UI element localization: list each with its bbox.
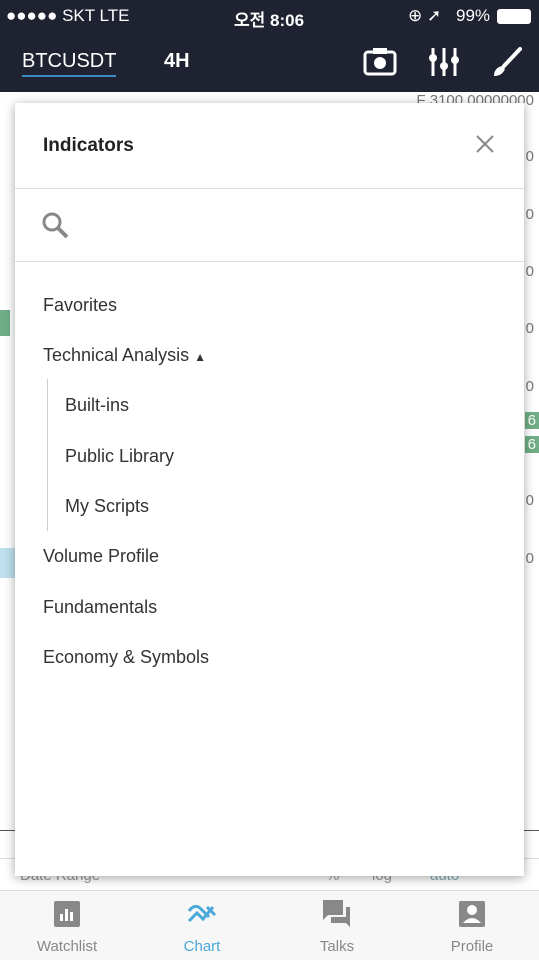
menu-item-public-library[interactable]: Public Library: [65, 446, 174, 467]
menu-item-fundamentals[interactable]: Fundamentals: [43, 597, 157, 618]
symbol-button[interactable]: BTCUSDT: [22, 50, 117, 77]
tab-talks[interactable]: Talks: [270, 891, 404, 961]
indicators-sliders-icon[interactable]: [426, 44, 462, 80]
search-input[interactable]: [15, 189, 524, 261]
timeframe-button[interactable]: 4H: [164, 50, 190, 73]
axis-label: 0: [525, 206, 534, 223]
tab-label: Watchlist: [36, 938, 98, 955]
carrier: ●●●●● SKT LTE: [6, 6, 130, 25]
menu-item-label: Technical Analysis: [43, 345, 190, 365]
candle: [0, 310, 10, 336]
axis-label: 0: [525, 492, 534, 509]
indicators-dialog: Indicators Favorites Technical Analysis …: [15, 103, 524, 876]
clock: 오전 8:06: [234, 11, 305, 30]
axis-label: 0: [525, 148, 534, 165]
tab-watchlist[interactable]: Watchlist: [0, 891, 134, 961]
status-bar: ●●●●● SKT LTE 오전 8:06 ⊕ ➚ 99%: [0, 0, 539, 32]
bottom-tab-bar: Watchlist Chart Talks Profile: [0, 890, 539, 960]
menu-item-favorites[interactable]: Favorites: [43, 295, 117, 316]
caret-up-icon: ▲: [194, 350, 206, 364]
profile-icon: [459, 901, 485, 927]
brush-icon[interactable]: [490, 44, 526, 80]
tab-label: Profile: [450, 938, 494, 955]
volume-bar: [0, 548, 15, 578]
battery-icon: [497, 9, 531, 24]
price-badge: 6: [524, 412, 539, 429]
tab-profile[interactable]: Profile: [405, 891, 539, 961]
tab-label: Chart: [183, 938, 221, 955]
axis-label: 0: [525, 320, 534, 337]
camera-icon[interactable]: [362, 44, 398, 80]
lock-icon: ⊕ ➚: [408, 6, 442, 25]
axis-label: 0: [525, 378, 534, 395]
tab-label: Talks: [319, 938, 355, 955]
close-icon[interactable]: [474, 133, 496, 155]
menu-item-volume-profile[interactable]: Volume Profile: [43, 546, 159, 567]
watchlist-icon: [54, 901, 80, 927]
talks-icon: [323, 900, 350, 927]
tab-chart[interactable]: Chart: [135, 891, 269, 961]
menu-item-economy-symbols[interactable]: Economy & Symbols: [43, 647, 209, 668]
dialog-title: Indicators: [43, 135, 134, 156]
chart-icon: [187, 904, 217, 923]
menu-item-technical-analysis[interactable]: Technical Analysis ▲: [43, 345, 206, 366]
price-badge: 6: [524, 436, 539, 453]
menu-item-my-scripts[interactable]: My Scripts: [65, 496, 149, 517]
axis-label: 0: [525, 550, 534, 567]
divider: [15, 261, 524, 262]
tree-line: [47, 379, 48, 531]
menu-item-built-ins[interactable]: Built-ins: [65, 395, 129, 416]
battery-level: 99%: [456, 6, 491, 25]
top-bar: BTCUSDT 4H: [0, 32, 539, 92]
search-icon: [42, 212, 69, 239]
axis-label: 0: [525, 263, 534, 280]
